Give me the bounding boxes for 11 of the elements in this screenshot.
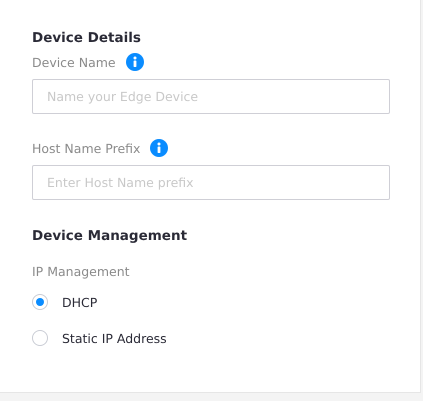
info-icon[interactable]: [150, 139, 168, 157]
radio-label[interactable]: DHCP: [62, 294, 98, 310]
field-label: Device Name: [32, 54, 116, 70]
group-label: IP Management: [32, 264, 131, 279]
info-icon[interactable]: [126, 53, 144, 71]
section-title: Device Details: [32, 30, 142, 46]
radio-button[interactable]: [32, 294, 48, 310]
radio-label[interactable]: Static IP Address: [62, 330, 167, 346]
radio-button[interactable]: [32, 330, 48, 346]
field-label: Host Name Prefix: [32, 140, 140, 156]
section-title: Device Management: [32, 228, 188, 244]
